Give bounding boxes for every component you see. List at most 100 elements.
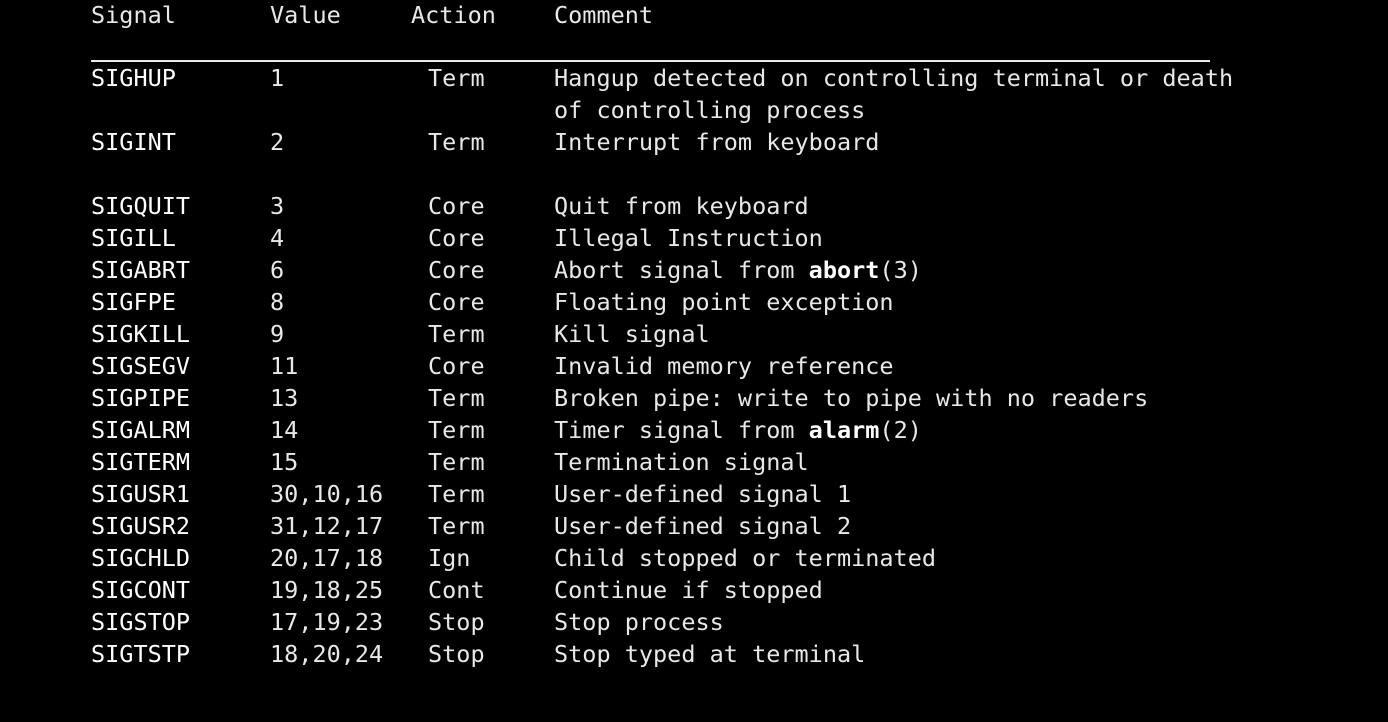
- cell-signal-comment: Floating point exception: [554, 286, 1241, 318]
- cell-signal-value: 9: [270, 320, 285, 348]
- cell-signal-value: 15: [270, 448, 299, 476]
- cell-signal-comment: Kill signal: [554, 318, 1241, 350]
- cell-signal-comment: User-defined signal 2: [554, 510, 1241, 542]
- comment-text: Timer signal from: [554, 416, 809, 444]
- cell-signal-value: 20,17,18: [270, 544, 384, 572]
- cell-signal-comment: Hangup detected on controlling terminal …: [554, 62, 1241, 126]
- cell-signal-name: SIGKILL: [91, 320, 191, 348]
- cell-signal-value: 6: [270, 256, 285, 284]
- column-header-action: Action: [411, 0, 554, 62]
- table-header: Signal Value Action Comment: [91, 0, 1241, 62]
- table-row: SIGSEGV 11 Core Invalid memory reference: [91, 350, 1241, 382]
- comment-section-ref: (2): [879, 416, 922, 444]
- table-row: SIGFPE 8 Core Floating point exception: [91, 286, 1241, 318]
- comment-text: Termination signal: [554, 448, 809, 476]
- signal-table: Signal Value Action Comment SIGHUP 1 Term H…: [91, 0, 1241, 670]
- comment-function-name: abort: [808, 256, 880, 284]
- cell-signal-comment: Timer signal from alarm(2): [554, 414, 1241, 446]
- cell-signal-value: 1: [270, 64, 285, 92]
- table-row: SIGQUIT 3 Core Quit from keyboard: [91, 190, 1241, 222]
- cell-signal-action: Term: [428, 448, 485, 476]
- cell-signal-action: Term: [428, 64, 485, 92]
- table-row: SIGUSR1 30,10,16 Term User-defined signal 1: [91, 478, 1241, 510]
- table-body: SIGHUP 1 Term Hangup detected on controllin…: [91, 62, 1241, 670]
- table-row: SIGHUP 1 Term Hangup detected on controllin…: [91, 62, 1241, 126]
- cell-signal-value: 2: [270, 128, 285, 156]
- cell-signal-comment: Interrupt from keyboard: [554, 126, 1241, 158]
- column-header-action-label: Action: [411, 1, 496, 29]
- table-row: SIGSTOP 17,19,23 Stop Stop process: [91, 606, 1241, 638]
- cell-signal-action: Term: [428, 480, 485, 508]
- cell-signal-comment: Child stopped or terminated: [554, 542, 1241, 574]
- cell-signal-name: SIGSTOP: [91, 608, 191, 636]
- cell-signal-comment: Termination signal: [554, 446, 1241, 478]
- cell-signal-comment: Invalid memory reference: [554, 350, 1241, 382]
- comment-text: Floating point exception: [554, 288, 894, 316]
- header-row: Signal Value Action Comment: [91, 0, 1241, 62]
- table-spacer-cell: [91, 158, 1241, 190]
- cell-signal-action: Stop: [428, 640, 485, 668]
- cell-signal-name: SIGTERM: [91, 448, 191, 476]
- cell-signal-action: Core: [428, 288, 485, 316]
- table-row: SIGCONT 19,18,25 Cont Continue if stopped: [91, 574, 1241, 606]
- table-row: SIGINT 2 Term Interrupt from keyboard: [91, 126, 1241, 158]
- cell-signal-name: SIGALRM: [91, 416, 191, 444]
- cell-signal-name: SIGPIPE: [91, 384, 191, 412]
- comment-text: Quit from keyboard: [554, 192, 809, 220]
- cell-signal-name: SIGINT: [91, 128, 176, 156]
- page-root: Signal Value Action Comment SIGHUP 1 Term H…: [0, 0, 1388, 722]
- cell-signal-value: 18,20,24: [270, 640, 384, 668]
- cell-signal-value: 17,19,23: [270, 608, 384, 636]
- cell-signal-action: Core: [428, 352, 485, 380]
- cell-signal-name: SIGTSTP: [91, 640, 191, 668]
- table-row: SIGKILL 9 Term Kill signal: [91, 318, 1241, 350]
- cell-signal-value: 11: [270, 352, 299, 380]
- comment-text: User-defined signal 2: [554, 512, 852, 540]
- cell-signal-name: SIGQUIT: [91, 192, 191, 220]
- column-header-comment: Comment: [554, 1, 654, 29]
- comment-text: Kill signal: [554, 320, 710, 348]
- cell-signal-value: 31,12,17: [270, 512, 384, 540]
- cell-signal-action: Term: [428, 128, 485, 156]
- cell-signal-comment: Broken pipe: write to pipe with no reade…: [554, 382, 1241, 414]
- cell-signal-comment: Quit from keyboard: [554, 190, 1241, 222]
- cell-signal-name: SIGUSR2: [91, 512, 191, 540]
- cell-signal-name: SIGSEGV: [91, 352, 191, 380]
- cell-signal-value: 14: [270, 416, 299, 444]
- column-header-signal: Signal: [91, 1, 176, 29]
- comment-text: Child stopped or terminated: [554, 544, 937, 572]
- cell-signal-action: Stop: [428, 608, 485, 636]
- cell-signal-comment: Illegal Instruction: [554, 222, 1241, 254]
- comment-text: Invalid memory reference: [554, 352, 894, 380]
- table-row: SIGALRM 14 Term Timer signal from alarm(2): [91, 414, 1241, 446]
- cell-signal-action: Term: [428, 384, 485, 412]
- table-row: SIGTERM 15 Term Termination signal: [91, 446, 1241, 478]
- comment-text: Continue if stopped: [554, 576, 823, 604]
- cell-signal-value: 19,18,25: [270, 576, 384, 604]
- cell-signal-comment: Continue if stopped: [554, 574, 1241, 606]
- cell-signal-action: Cont: [428, 576, 485, 604]
- cell-signal-value: 8: [270, 288, 285, 316]
- table-row: SIGILL 4 Core Illegal Instruction: [91, 222, 1241, 254]
- comment-text: Interrupt from keyboard: [554, 128, 880, 156]
- cell-signal-name: SIGABRT: [91, 256, 191, 284]
- table-row: SIGCHLD 20,17,18 Ign Child stopped or termi…: [91, 542, 1241, 574]
- cell-signal-name: SIGCHLD: [91, 544, 191, 572]
- cell-signal-value: 3: [270, 192, 285, 220]
- cell-signal-action: Core: [428, 256, 485, 284]
- comment-section-ref: (3): [879, 256, 922, 284]
- table-row: SIGABRT 6 Core Abort signal from abort(3): [91, 254, 1241, 286]
- table-spacer-row: [91, 158, 1241, 190]
- comment-text: Abort signal from: [554, 256, 809, 284]
- comment-text: Stop process: [554, 608, 724, 636]
- comment-text: Broken pipe: write to pipe with no reade…: [554, 384, 1149, 412]
- cell-signal-value: 30,10,16: [270, 480, 384, 508]
- cell-signal-comment: Abort signal from abort(3): [554, 254, 1241, 286]
- comment-function-name: alarm: [808, 416, 880, 444]
- cell-signal-value: 4: [270, 224, 285, 252]
- cell-signal-comment: User-defined signal 1: [554, 478, 1241, 510]
- cell-signal-comment: Stop typed at terminal: [554, 638, 1241, 670]
- cell-signal-name: SIGUSR1: [91, 480, 191, 508]
- table-row: SIGPIPE 13 Term Broken pipe: write to pipe …: [91, 382, 1241, 414]
- comment-text: Hangup detected on controlling terminal …: [554, 64, 1248, 124]
